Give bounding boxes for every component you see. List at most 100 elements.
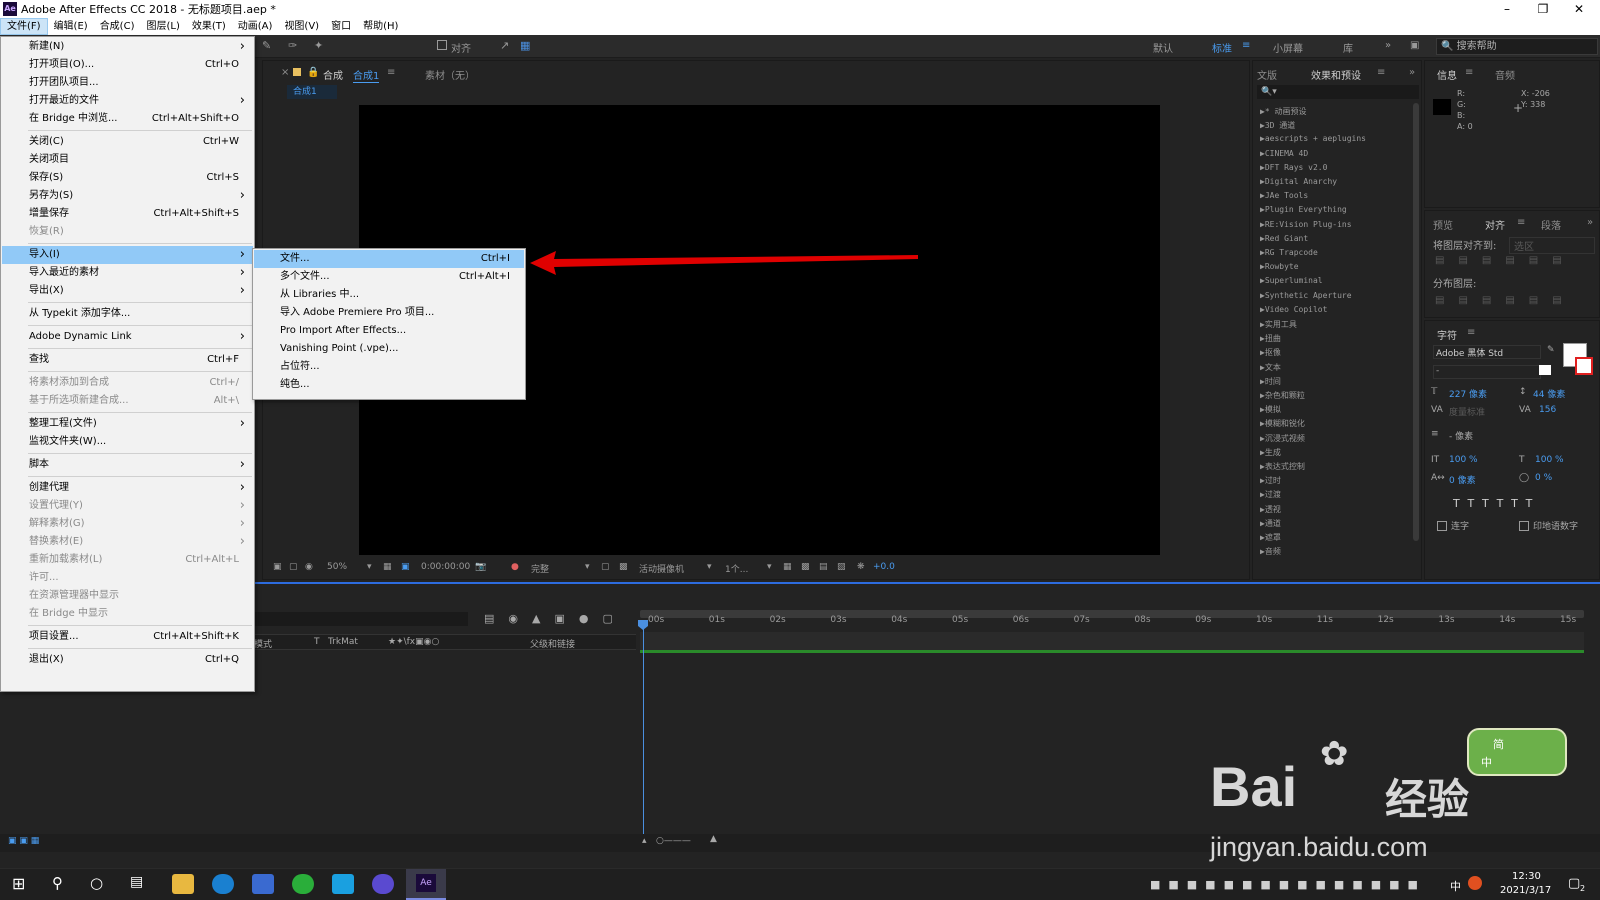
effects-category-item[interactable]: ▶模糊和锐化 (1260, 418, 1305, 429)
clock-date[interactable]: 2021/3/17 (1500, 885, 1551, 896)
import-submenu-item[interactable]: 文件... Ctrl+I (254, 250, 524, 268)
task-view-icon[interactable]: ▤ (130, 874, 143, 890)
pen-tool-icon[interactable]: ✎ (262, 39, 271, 52)
wechat-icon[interactable] (292, 874, 314, 894)
text-style-buttons-icon[interactable]: TTTTTT (1453, 497, 1540, 510)
workspace-menu-icon[interactable]: ≡ (1242, 40, 1250, 51)
effects-category-item[interactable]: ▶Digital Anarchy (1260, 177, 1337, 186)
menu-edit[interactable]: 编辑(E) (48, 18, 94, 35)
pin-tool-icon[interactable]: ✦ (314, 39, 323, 52)
safe-margins-icon[interactable]: ▦ (383, 562, 392, 572)
effects-search-input[interactable]: 🔍▾ (1257, 85, 1419, 99)
taskbar-after-effects[interactable]: Ae (406, 869, 446, 900)
character-menu-icon[interactable]: ≡ (1467, 327, 1475, 338)
menu-composition[interactable]: 合成(C) (94, 18, 141, 35)
more-workspaces-icon[interactable]: » (1385, 40, 1391, 51)
footage-tab[interactable]: 素材（无） (425, 67, 475, 82)
color-channel-icon[interactable]: ● (511, 562, 519, 572)
effects-category-item[interactable]: ▶3D 通道 (1260, 120, 1295, 131)
file-menu-item[interactable]: 打开最近的文件 › (2, 92, 253, 110)
comp-breadcrumb[interactable]: 合成1 (287, 85, 337, 99)
snap-icon[interactable]: ↗ (500, 39, 509, 52)
time-ruler[interactable] (640, 632, 1584, 650)
effects-category-item[interactable]: ▶遮罩 (1260, 532, 1281, 543)
notification-icon[interactable]: ▢ (1568, 876, 1580, 891)
search-icon[interactable]: ⚲ (52, 874, 63, 892)
comp-tab-name[interactable]: 合成1 (353, 67, 380, 83)
frame-icon[interactable]: ▣ (401, 562, 410, 572)
file-menu-item[interactable]: 新建(N) › (2, 38, 253, 56)
tab-preview[interactable]: 预览 (1433, 217, 1453, 232)
file-menu-item[interactable]: 保存(S) Ctrl+S (2, 169, 253, 187)
file-menu-item[interactable]: 关闭项目 (2, 151, 253, 169)
effects-category-item[interactable]: ▶透视 (1260, 504, 1281, 515)
menu-effect[interactable]: 效果(T) (186, 18, 232, 35)
menu-file[interactable]: 文件(F) (0, 18, 48, 35)
info-menu-icon[interactable]: ≡ (1465, 67, 1473, 78)
horizontal-scale-value[interactable]: 100 % (1535, 455, 1564, 465)
effects-category-item[interactable]: ▶Plugin Everything (1260, 205, 1347, 214)
effects-category-item[interactable]: ▶DFT Rays v2.0 (1260, 163, 1327, 172)
zoom-select[interactable]: 50% (327, 562, 347, 572)
more-panels-icon[interactable]: » (1409, 67, 1415, 78)
effects-category-item[interactable]: ▶音频 (1260, 546, 1281, 557)
effects-category-item[interactable]: ▶抠像 (1260, 347, 1281, 358)
monitor-icon[interactable]: ▢ (289, 562, 298, 572)
effects-category-item[interactable]: ▶生成 (1260, 447, 1281, 458)
file-menu-item[interactable]: 监视文件夹(W)... (2, 433, 253, 451)
cortana-icon[interactable]: ○ (90, 874, 103, 892)
clock-time[interactable]: 12:30 (1512, 871, 1541, 882)
minimize-button[interactable]: – (1489, 0, 1525, 18)
camera-select[interactable]: 活动摄像机 (639, 562, 684, 575)
kerning-value[interactable]: 度量标准 (1449, 405, 1485, 418)
toggle-pixel-icon[interactable]: ▦ (783, 562, 792, 572)
chevron-down-icon[interactable]: ▾ (367, 562, 372, 572)
ligatures-checkbox[interactable] (1437, 521, 1447, 531)
mask-icon[interactable]: ◉ (305, 562, 313, 572)
file-menu-item[interactable]: 关闭(C) Ctrl+W (2, 133, 253, 151)
maximize-button[interactable]: ❐ (1525, 0, 1561, 18)
tab-info[interactable]: 信息 (1437, 67, 1457, 82)
effects-category-item[interactable]: ▶沉浸式视频 (1260, 433, 1305, 444)
effects-category-item[interactable]: ▶杂色和颗粒 (1260, 390, 1305, 401)
system-tray-icons[interactable]: ■■■■■■■■■■■■■■■ (1150, 878, 1426, 891)
chevron-down-icon[interactable]: ▾ (707, 562, 712, 572)
effects-category-item[interactable]: ▶Rowbyte (1260, 262, 1299, 271)
import-submenu-item[interactable]: 纯色... (254, 376, 524, 394)
timecode-display[interactable]: 0:00:00:00 (421, 562, 470, 572)
sogou-icon[interactable] (1468, 876, 1482, 890)
more-panels-icon[interactable]: » (1587, 217, 1593, 228)
windows-start-icon[interactable]: ⊞ (12, 874, 25, 893)
effects-category-item[interactable]: ▶文本 (1260, 362, 1281, 373)
effects-category-item[interactable]: ▶通道 (1260, 518, 1281, 529)
align-checkbox[interactable] (437, 40, 447, 50)
chevron-down-icon[interactable]: ▾ (585, 562, 590, 572)
effects-category-item[interactable]: ▶aescripts + aeplugins (1260, 134, 1366, 143)
tab-paragraph[interactable]: 段落 (1541, 217, 1561, 232)
effects-category-item[interactable]: ▶RG Trapcode (1260, 248, 1318, 257)
playhead-handle-icon[interactable] (638, 620, 648, 630)
menu-window[interactable]: 窗口 (325, 18, 357, 35)
hindi-digits-checkbox[interactable] (1519, 521, 1529, 531)
file-menu-item[interactable]: 整理工程(文件) › (2, 415, 253, 433)
file-menu-item[interactable]: 创建代理 › (2, 479, 253, 497)
font-family-select[interactable]: Adobe 黑体 Std (1433, 345, 1541, 359)
help-search-input[interactable]: 🔍 搜索帮助 (1436, 38, 1598, 55)
tab-text[interactable]: 文版 (1257, 67, 1277, 82)
file-menu-item[interactable]: 另存为(S) › (2, 187, 253, 205)
effects-category-item[interactable]: ▶Synthetic Aperture (1260, 291, 1352, 300)
effects-category-item[interactable]: ▶Superluminal (1260, 276, 1323, 285)
flowchart-icon[interactable]: ▧ (837, 562, 846, 572)
edge-browser-icon[interactable] (212, 874, 234, 894)
file-menu-item[interactable]: 打开项目(O)... Ctrl+O (2, 56, 253, 74)
brush-tool-icon[interactable]: ✑ (288, 39, 297, 52)
import-submenu-item[interactable]: Vanishing Point (.vpe)... (254, 340, 524, 358)
effects-category-item[interactable]: ▶Video Copilot (1260, 305, 1327, 314)
zoom-out-icon[interactable]: ▴ (642, 836, 647, 846)
zoom-in-icon[interactable]: ▲ (710, 834, 717, 844)
effects-category-item[interactable]: ▶* 动画预设 (1260, 106, 1306, 117)
tab-effects-presets[interactable]: 效果和预设 (1311, 67, 1361, 82)
close-tab-icon[interactable]: × (281, 67, 289, 78)
transparency-grid-icon[interactable]: ▩ (619, 562, 628, 572)
distribute-buttons-icon[interactable]: ▤▤▤▤▤▤ (1435, 295, 1576, 306)
